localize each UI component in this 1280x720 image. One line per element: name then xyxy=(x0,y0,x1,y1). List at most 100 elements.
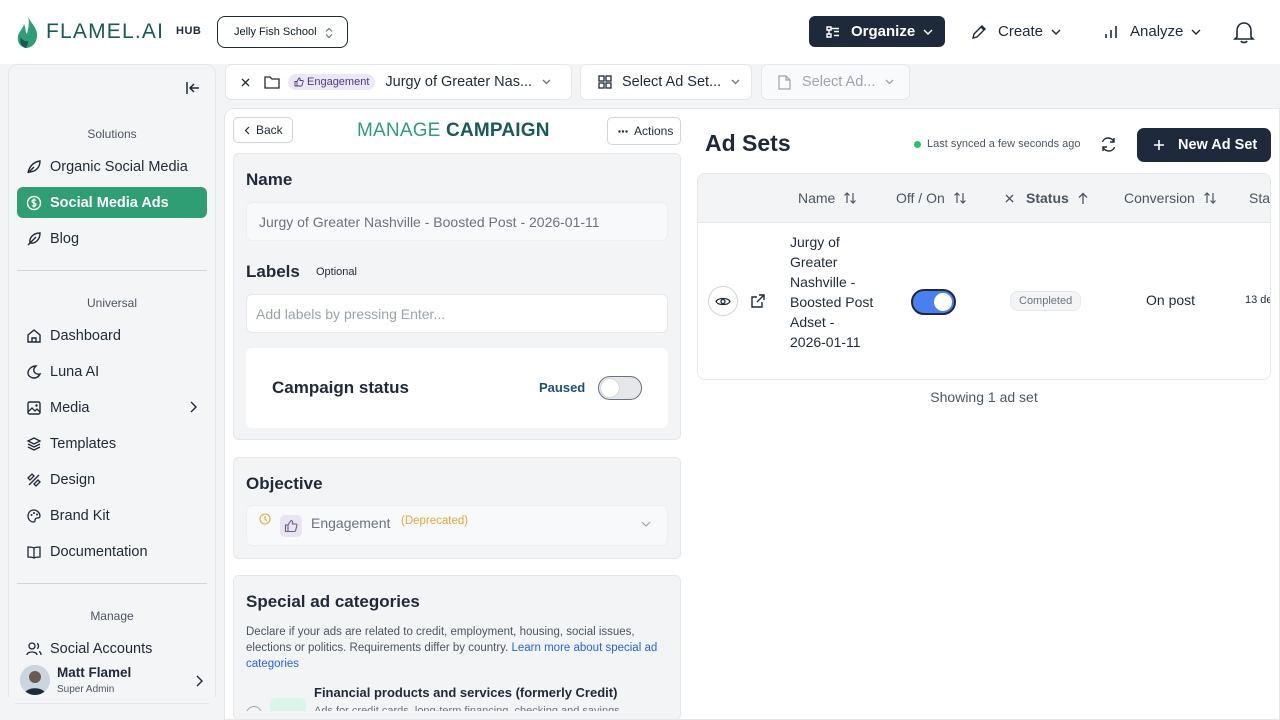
toggle-knob xyxy=(934,293,952,311)
solutions-section-title: Solutions xyxy=(87,127,137,141)
chevron-down-icon xyxy=(731,79,740,85)
chevron-down-icon xyxy=(923,29,933,35)
create-menu-button[interactable]: Create xyxy=(968,16,1078,47)
objective-pill-label: Engagement xyxy=(307,76,370,88)
column-label: Off / On xyxy=(896,190,945,206)
eye-icon xyxy=(715,297,731,305)
view-adset-button[interactable] xyxy=(708,286,738,316)
organize-icon xyxy=(826,25,839,38)
campaign-name-field[interactable]: Jurgy of Greater Nashville - Boosted Pos… xyxy=(246,202,668,241)
organize-menu-button[interactable]: Organize xyxy=(809,16,945,47)
analyze-menu-button[interactable]: Analyze xyxy=(1100,16,1210,47)
sidebar-item-blog[interactable]: Blog xyxy=(17,223,207,254)
campaign-status-value: Paused xyxy=(539,380,586,395)
sidebar-item-media[interactable]: Media xyxy=(17,392,207,423)
column-label: Name xyxy=(798,190,836,206)
image-icon xyxy=(26,400,42,416)
avatar xyxy=(20,665,50,695)
column-header-conversion[interactable]: Conversion xyxy=(1124,190,1217,206)
actions-button[interactable]: Actions xyxy=(607,117,681,145)
labels-input[interactable]: Add labels by pressing Enter... xyxy=(246,294,668,333)
special-ad-categories-description: Declare if your ads are related to credi… xyxy=(246,624,666,672)
chevron-down-icon xyxy=(1051,29,1061,35)
open-external-button[interactable] xyxy=(750,293,766,309)
chevron-right-icon xyxy=(196,675,203,687)
collapse-sidebar-button[interactable] xyxy=(185,81,201,95)
column-header-name[interactable]: Name xyxy=(798,190,857,206)
clear-sort-icon[interactable] xyxy=(1005,194,1014,203)
sidebar-divider xyxy=(17,270,207,271)
campaign-name: Jurgy of Greater Nas... xyxy=(385,74,533,90)
actions-label: Actions xyxy=(634,124,674,138)
labels-optional-tag: Optional xyxy=(316,266,357,278)
ad-selector[interactable]: Select Ad... xyxy=(761,64,910,100)
user-profile[interactable]: Matt Flamel Super Admin xyxy=(9,659,215,703)
column-header-offon[interactable]: Off / On xyxy=(896,190,967,206)
close-icon[interactable] xyxy=(241,78,250,87)
back-label: Back xyxy=(256,123,283,137)
financial-category-title: Financial products and services (formerl… xyxy=(314,685,618,700)
workspace-name: Jelly Fish School xyxy=(234,26,317,38)
column-header-start[interactable]: Sta xyxy=(1249,190,1270,206)
chevron-down-icon xyxy=(641,521,651,527)
labels-label: Labels xyxy=(246,262,300,281)
more-horizontal-icon xyxy=(618,129,628,133)
adsets-title: Ad Sets xyxy=(705,130,791,156)
objective-label: Objective xyxy=(246,474,323,493)
plus-icon xyxy=(1154,140,1164,150)
universal-section-title: Universal xyxy=(86,296,137,310)
moon-icon xyxy=(26,364,42,380)
back-button[interactable]: Back xyxy=(233,117,293,143)
thumbs-up-icon xyxy=(294,77,304,87)
chevron-right-icon xyxy=(190,401,197,413)
sidebar-item-luna-ai[interactable]: Luna AI xyxy=(17,356,207,387)
sidebar-item-label: Dashboard xyxy=(50,327,121,344)
sort-icon xyxy=(844,192,857,204)
user-name: Matt Flamel xyxy=(57,665,132,680)
objective-deprecated-note: (Deprecated) xyxy=(401,515,469,527)
sidebar-item-label: Media xyxy=(50,399,90,416)
notifications-button[interactable] xyxy=(1233,20,1255,44)
sidebar-item-dashboard[interactable]: Dashboard xyxy=(17,320,207,351)
column-label: Status xyxy=(1026,190,1069,206)
financial-checkbox[interactable] xyxy=(246,706,262,711)
column-label: Conversion xyxy=(1124,190,1195,206)
campaign-breadcrumb[interactable]: Engagement Jurgy of Greater Nas... xyxy=(225,64,572,100)
adset-selector[interactable]: Select Ad Set... xyxy=(580,64,752,100)
chevron-down-icon xyxy=(1191,29,1201,35)
bell-icon xyxy=(1233,22,1255,44)
financial-category-description: Ads for credit cards, long-term financin… xyxy=(314,705,620,711)
design-icon xyxy=(26,472,42,488)
start-date-value: 13 de xyxy=(1245,294,1271,306)
table-footer-count: Showing 1 ad set xyxy=(930,389,1038,405)
adset-name[interactable]: Jurgy of Greater Nashville - Boosted Pos… xyxy=(790,232,874,352)
objective-pill: Engagement xyxy=(288,74,376,90)
document-icon xyxy=(778,74,791,90)
refresh-icon xyxy=(1101,137,1116,152)
analyze-label: Analyze xyxy=(1130,23,1184,40)
workspace-selector[interactable]: Jelly Fish School xyxy=(217,16,348,48)
collapse-left-icon xyxy=(186,82,199,94)
sidebar-item-organic-social-media[interactable]: Organic Social Media xyxy=(17,151,207,182)
sidebar-item-label: Organic Social Media xyxy=(50,158,188,175)
column-header-status[interactable]: Status xyxy=(1005,190,1089,206)
sidebar-item-brand-kit[interactable]: Brand Kit xyxy=(17,500,207,531)
new-ad-set-button[interactable]: New Ad Set xyxy=(1137,128,1271,162)
sidebar-item-social-media-ads[interactable]: Social Media Ads xyxy=(17,187,207,218)
adset-enabled-toggle[interactable] xyxy=(911,289,956,315)
financial-category-icon xyxy=(270,698,306,711)
hub-label: HUB xyxy=(176,25,202,37)
sync-dot-icon xyxy=(914,140,921,148)
chevron-down-icon xyxy=(542,79,551,85)
sidebar-item-documentation[interactable]: Documentation xyxy=(17,536,207,567)
campaign-status-toggle[interactable] xyxy=(598,376,642,400)
logo[interactable]: FLAMEL.AI xyxy=(16,15,164,49)
refresh-button[interactable] xyxy=(1100,136,1117,153)
sidebar-divider xyxy=(17,583,207,584)
chevron-left-icon xyxy=(244,126,250,134)
sort-icon xyxy=(1203,192,1216,204)
sidebar-item-design[interactable]: Design xyxy=(17,464,207,495)
sidebar-item-templates[interactable]: Templates xyxy=(17,428,207,459)
sidebar-item-label: Templates xyxy=(50,435,117,452)
page-title: MANAGE CAMPAIGN xyxy=(357,120,550,142)
